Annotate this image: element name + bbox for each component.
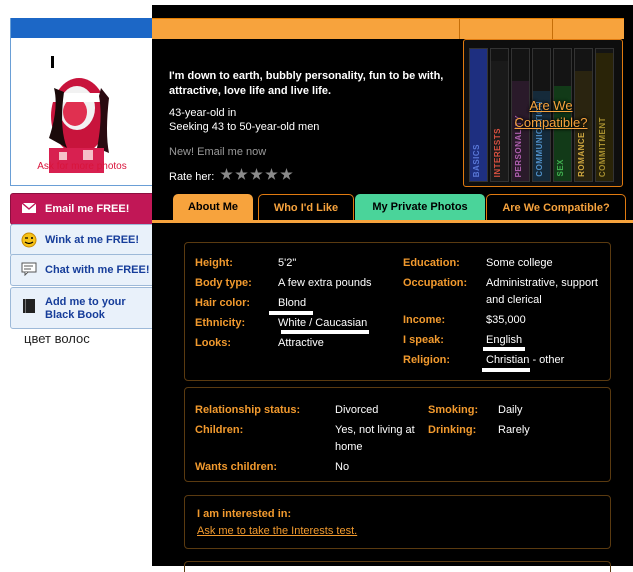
- lifestyle-section: Relationship status: Divorced Children: …: [184, 387, 611, 482]
- black-book-label: Add me to your Black Book: [45, 296, 126, 321]
- ethnicity-label: Ethnicity:: [195, 317, 246, 329]
- ask-for-photos-link[interactable]: Ask for more photos: [11, 161, 153, 172]
- email-me-label: Email me FREE!: [45, 203, 130, 215]
- hair-color-label: Hair color:: [195, 297, 251, 309]
- height-label: Height:: [195, 257, 233, 269]
- occupation-value: Administrative, support and clerical: [486, 277, 598, 306]
- interests-section: I am interested in: Ask me to take the I…: [184, 495, 611, 549]
- details-section: Height: 5'2" Body type: A few extra poun…: [184, 242, 611, 381]
- drinking-label: Drinking:: [428, 424, 477, 436]
- are-we-compatible-link[interactable]: Are We Compatible?: [496, 97, 606, 131]
- seeking-line: Seeking 43 to 50-year-old men: [169, 121, 320, 133]
- hair-color-annotation: цвет волос: [24, 331, 90, 346]
- interests-heading: I am interested in:: [197, 508, 292, 520]
- rate-label: Rate her:: [169, 171, 215, 183]
- next-section: [184, 561, 611, 572]
- hair-color-value: Blond: [278, 297, 307, 309]
- age-seeking: 43-year-old in Seeking 43 to 50-year-old…: [169, 106, 319, 134]
- looks-value: Attractive: [278, 337, 324, 349]
- education-value: Some college: [486, 257, 553, 269]
- compat-bar-basics: BASICS: [469, 48, 488, 182]
- wants-children-value: No: [335, 461, 350, 473]
- email-me-now-link[interactable]: New! Email me now: [169, 146, 266, 158]
- chat-button[interactable]: Chat with me FREE!: [10, 254, 160, 286]
- religion-value: Christian - other: [486, 354, 565, 366]
- smoking-value: Daily: [498, 404, 523, 416]
- compatibility-widget[interactable]: BASICS INTERESTS PERSONALITY COMMUNICATI…: [463, 39, 623, 187]
- photo-card-header: [11, 18, 153, 38]
- education-label: Education:: [403, 257, 460, 269]
- redaction-mark: [281, 330, 369, 334]
- age-line: 43-year-old in: [169, 107, 237, 119]
- chat-bubble-icon: [21, 262, 37, 277]
- envelope-icon: [21, 201, 37, 215]
- tab-are-we-compatible[interactable]: Are We Compatible?: [486, 194, 626, 221]
- star-icon[interactable]: [250, 168, 263, 180]
- height-value: 5'2": [278, 257, 297, 269]
- religion-label: Religion:: [403, 354, 451, 366]
- chat-label: Chat with me FREE!: [45, 264, 150, 276]
- email-me-button[interactable]: Email me FREE!: [10, 193, 160, 225]
- wink-button[interactable]: Wink at me FREE!: [10, 224, 160, 256]
- tab-about-me[interactable]: About Me: [173, 194, 253, 220]
- add-to-black-book-button[interactable]: Add me to your Black Book: [10, 287, 160, 329]
- redaction-mark: [483, 347, 525, 351]
- profile-panel: I'm down to earth, bubbly personality, f…: [152, 5, 633, 572]
- looks-label: Looks:: [195, 337, 232, 349]
- income-label: Income:: [403, 314, 446, 326]
- star-icon[interactable]: [280, 168, 293, 180]
- wink-smiley-icon: [21, 232, 37, 248]
- tab-who-id-like[interactable]: Who I'd Like: [258, 194, 354, 221]
- income-value: $35,000: [486, 314, 526, 326]
- profile-photo[interactable]: [39, 48, 114, 173]
- star-icon[interactable]: [235, 168, 248, 180]
- body-type-label: Body type:: [195, 277, 252, 289]
- photo-card: Ask for more photos: [10, 18, 154, 186]
- star-icon[interactable]: [220, 168, 233, 180]
- wink-label: Wink at me FREE!: [45, 234, 140, 246]
- relationship-status-label: Relationship status:: [195, 404, 301, 416]
- redaction-mark: [482, 368, 530, 372]
- speak-label: I speak:: [403, 334, 444, 346]
- profile-intro: I'm down to earth, bubbly personality, f…: [169, 70, 444, 97]
- children-value: Yes, not living at home: [335, 424, 415, 453]
- star-icon[interactable]: [265, 168, 278, 180]
- tab-underline: [152, 220, 633, 223]
- interests-test-link[interactable]: Ask me to take the Interests test.: [197, 525, 357, 537]
- header-band: [152, 18, 624, 39]
- drinking-value: Rarely: [498, 424, 530, 436]
- rating-stars[interactable]: [220, 168, 295, 184]
- children-label: Children:: [195, 424, 244, 436]
- body-type-value: A few extra pounds: [278, 277, 372, 289]
- black-book-icon: [21, 298, 37, 313]
- tab-private-photos[interactable]: My Private Photos: [355, 194, 485, 220]
- smoking-label: Smoking:: [428, 404, 479, 416]
- wants-children-label: Wants children:: [195, 461, 278, 473]
- relationship-status-value: Divorced: [335, 404, 379, 416]
- occupation-label: Occupation:: [403, 277, 468, 289]
